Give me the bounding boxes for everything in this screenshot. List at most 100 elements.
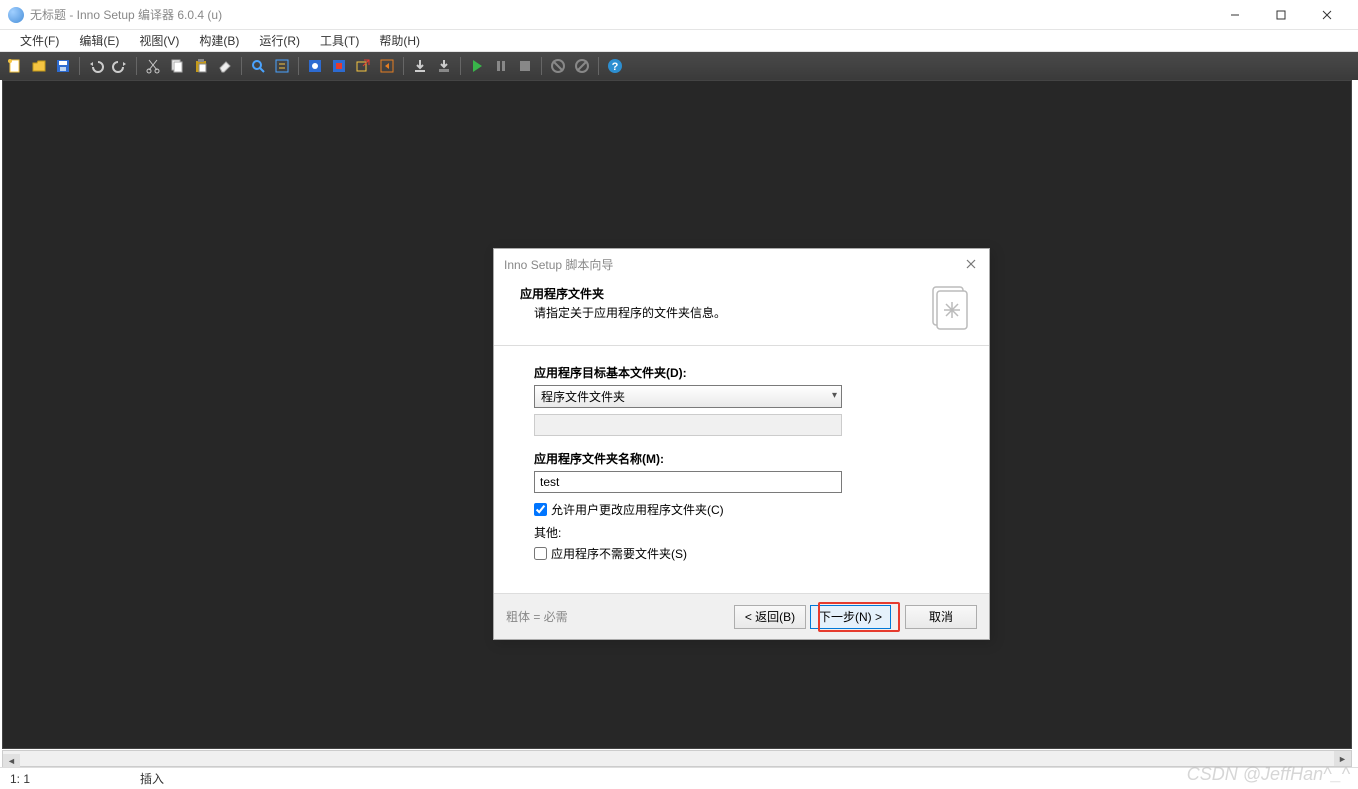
open-folder-icon [31, 58, 47, 74]
required-note: 粗体 = 必需 [506, 608, 730, 625]
wizard-page-icon [927, 285, 969, 331]
help-button[interactable]: ? [604, 55, 626, 77]
cancel-button[interactable]: 取消 [905, 605, 977, 629]
download-icon [412, 58, 428, 74]
open-output-button[interactable] [352, 55, 374, 77]
svg-text:?: ? [612, 61, 619, 73]
separator [79, 57, 80, 75]
window-controls [1212, 0, 1350, 30]
eraser-icon [217, 58, 233, 74]
replace-button[interactable] [271, 55, 293, 77]
toolbar: ? [0, 52, 1358, 80]
close-icon [966, 259, 976, 269]
redo-button[interactable] [109, 55, 131, 77]
separator [541, 57, 542, 75]
dialog-footer: 粗体 = 必需 < 返回(B) 下一步(N) > 取消 [494, 593, 989, 639]
cut-button[interactable] [142, 55, 164, 77]
menu-view[interactable]: 视图(V) [129, 30, 189, 51]
back-button[interactable]: < 返回(B) [734, 605, 806, 629]
minimize-icon [1230, 10, 1240, 20]
stop-button[interactable] [514, 55, 536, 77]
cut-icon [145, 58, 161, 74]
external-icon [355, 58, 371, 74]
replace-icon [274, 58, 290, 74]
step-over-button[interactable] [571, 55, 593, 77]
dialog-subheading: 请指定关于应用程序的文件夹信息。 [520, 304, 919, 321]
title-bar: 无标题 - Inno Setup 编译器 6.0.4 (u) [0, 0, 1358, 30]
new-icon [7, 58, 23, 74]
step-into-button[interactable] [547, 55, 569, 77]
insert-mode: 插入 [50, 770, 184, 787]
label-folder-name: 应用程序文件夹名称(M): [534, 450, 949, 467]
compile-button[interactable] [304, 55, 326, 77]
dialog-header: 应用程序文件夹 请指定关于应用程序的文件夹信息。 [494, 279, 989, 345]
help-icon: ? [607, 58, 623, 74]
separator [460, 57, 461, 75]
dialog-heading: 应用程序文件夹 [520, 285, 919, 302]
folder-name-input[interactable] [534, 471, 842, 493]
close-icon [1322, 10, 1332, 20]
status-bar: 1: 1 插入 [0, 767, 1358, 789]
app-icon [8, 7, 24, 23]
dialog-title: Inno Setup 脚本向导 [494, 249, 989, 279]
minimize-button[interactable] [1212, 0, 1258, 30]
separator [298, 57, 299, 75]
separator [241, 57, 242, 75]
other-label: 其他: [534, 524, 949, 541]
target2-button[interactable] [433, 55, 455, 77]
delete-button[interactable] [214, 55, 236, 77]
menu-edit[interactable]: 编辑(E) [69, 30, 129, 51]
menu-file[interactable]: 文件(F) [10, 30, 69, 51]
scroll-right-arrow[interactable]: ► [1334, 751, 1351, 766]
menu-bar: 文件(F) 编辑(E) 视图(V) 构建(B) 运行(R) 工具(T) 帮助(H… [0, 30, 1358, 52]
maximize-button[interactable] [1258, 0, 1304, 30]
redo-icon [112, 58, 128, 74]
new-button[interactable] [4, 55, 26, 77]
stop-compile-icon [331, 58, 347, 74]
allow-change-checkbox[interactable] [534, 503, 547, 516]
select-value: 程序文件文件夹 [541, 388, 625, 405]
stop-compile-button[interactable] [328, 55, 350, 77]
next-button[interactable]: 下一步(N) > [810, 605, 891, 629]
close-button[interactable] [1304, 0, 1350, 30]
dialog-close-button[interactable] [957, 253, 985, 275]
run-button[interactable] [466, 55, 488, 77]
save-icon [55, 58, 71, 74]
dest-path-readonly [534, 414, 842, 436]
separator [598, 57, 599, 75]
open-button[interactable] [28, 55, 50, 77]
chevron-down-icon: ▾ [832, 390, 837, 401]
stop-icon [517, 58, 533, 74]
undo-button[interactable] [85, 55, 107, 77]
compile-icon [307, 58, 323, 74]
prohibit2-icon [574, 58, 590, 74]
undo-icon [88, 58, 104, 74]
find-icon [250, 58, 266, 74]
play-icon [469, 58, 485, 74]
horizontal-scrollbar[interactable]: ◄ ► [2, 750, 1352, 767]
menu-tools[interactable]: 工具(T) [310, 30, 369, 51]
menu-help[interactable]: 帮助(H) [369, 30, 430, 51]
copy-button[interactable] [166, 55, 188, 77]
save-button[interactable] [52, 55, 74, 77]
maximize-icon [1276, 10, 1286, 20]
pause-button[interactable] [490, 55, 512, 77]
run-setup-button[interactable] [376, 55, 398, 77]
dialog-body: 应用程序目标基本文件夹(D): 程序文件文件夹 ▾ 应用程序文件夹名称(M): … [494, 345, 989, 572]
download2-icon [436, 58, 452, 74]
window-title: 无标题 - Inno Setup 编译器 6.0.4 (u) [30, 6, 1212, 23]
menu-build[interactable]: 构建(B) [189, 30, 249, 51]
menu-run[interactable]: 运行(R) [249, 30, 310, 51]
cursor-position: 1: 1 [10, 772, 50, 786]
dest-base-select[interactable]: 程序文件文件夹 ▾ [534, 385, 842, 408]
separator [136, 57, 137, 75]
copy-icon [169, 58, 185, 74]
target-button[interactable] [409, 55, 431, 77]
allow-change-label: 允许用户更改应用程序文件夹(C) [551, 501, 724, 518]
paste-button[interactable] [190, 55, 212, 77]
paste-icon [193, 58, 209, 74]
prohibit-icon [550, 58, 566, 74]
find-button[interactable] [247, 55, 269, 77]
no-folder-checkbox[interactable] [534, 547, 547, 560]
pause-icon [493, 58, 509, 74]
